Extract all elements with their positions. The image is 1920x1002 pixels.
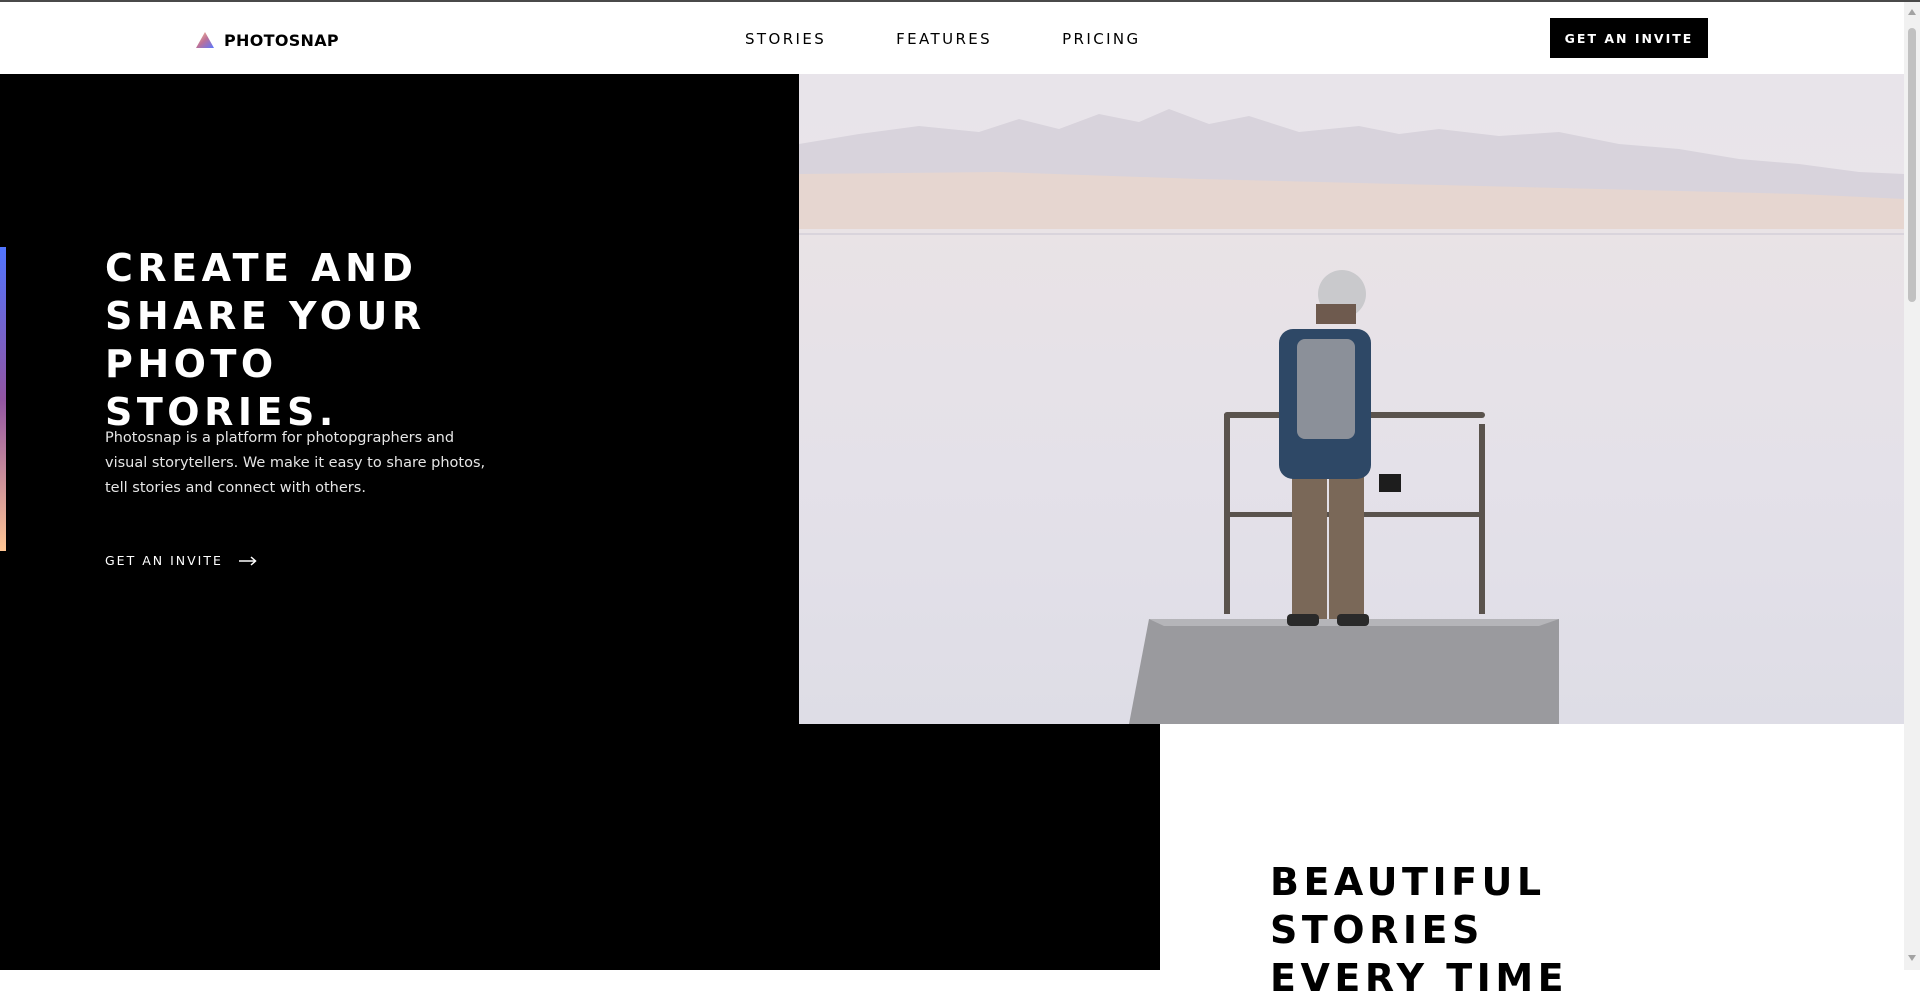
nav-pricing[interactable]: PRICING — [1062, 30, 1140, 48]
site-header: PHOTOSNAP STORIES FEATURES PRICING GET A… — [0, 2, 1904, 74]
hero-get-invite-link[interactable]: GET AN INVITE — [105, 553, 257, 568]
section-2-title-line: EVERY TIME — [1270, 956, 1569, 1000]
nav-features[interactable]: FEATURES — [896, 30, 992, 48]
hero-title-line: PHOTO STORIES. — [105, 342, 338, 434]
hero-photo-illustration — [799, 74, 1904, 724]
hero-text-panel: CREATE AND SHARE YOUR PHOTO STORIES. Pho… — [0, 74, 799, 724]
main-nav: STORIES FEATURES PRICING — [745, 30, 1141, 48]
section-2-title: BEAUTIFUL STORIES EVERY TIME — [1270, 858, 1690, 1002]
hero-title-line: SHARE YOUR — [105, 294, 426, 338]
hero-image — [799, 74, 1904, 724]
vertical-scrollbar[interactable] — [1904, 2, 1920, 970]
get-invite-button[interactable]: GET AN INVITE — [1550, 18, 1708, 58]
scrollbar-thumb[interactable] — [1908, 28, 1916, 302]
logo-icon — [196, 32, 214, 48]
hero-description: Photosnap is a platform for photopgraphe… — [105, 430, 486, 496]
hero-title-line: CREATE AND — [105, 246, 418, 290]
hero-link-label: GET AN INVITE — [105, 553, 223, 568]
logo-text: PHOTOSNAP — [224, 30, 339, 50]
arrow-right-icon — [238, 555, 257, 566]
scroll-down-icon[interactable] — [1908, 954, 1916, 962]
section-2-image-panel — [0, 724, 1160, 970]
hero-accent-bar — [0, 247, 6, 551]
logo[interactable]: PHOTOSNAP — [196, 30, 339, 50]
nav-stories[interactable]: STORIES — [745, 30, 826, 48]
scroll-up-icon[interactable] — [1908, 8, 1916, 16]
hero-title: CREATE AND SHARE YOUR PHOTO STORIES. — [105, 244, 525, 436]
section-2-title-line: BEAUTIFUL — [1270, 860, 1546, 904]
section-2-title-line: STORIES — [1270, 908, 1484, 952]
